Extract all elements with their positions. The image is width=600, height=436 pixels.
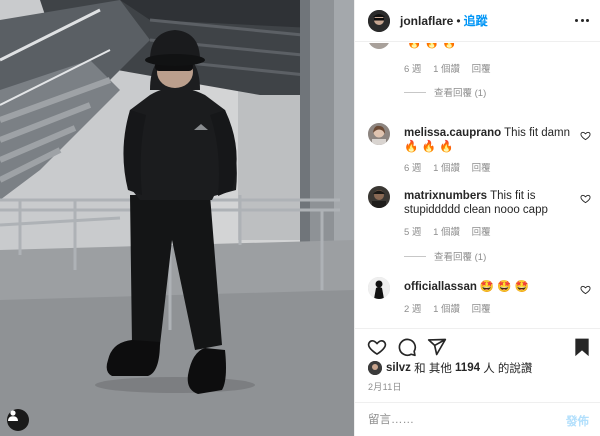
comment-text: 🔥 🔥 🔥 (404, 43, 580, 50)
comment-message: 🤩 🤩 🤩 (479, 281, 530, 293)
comment-icon[interactable] (397, 337, 417, 357)
comment-likes[interactable]: 1 個讚 (433, 227, 460, 238)
likes-count[interactable]: 1194 (455, 362, 480, 374)
commenter-avatar[interactable] (368, 43, 390, 49)
liked-by-username[interactable]: silvz (386, 362, 411, 374)
comment-text: officiallassan 🤩 🤩 🤩 (404, 280, 580, 294)
comments-list[interactable]: 🔥 🔥 🔥 6 週 1 個讚 回覆 查看回覆 (1) melissa.caupr… (355, 43, 600, 328)
post-comment-button[interactable]: 發佈 (566, 413, 589, 429)
comment-composer: 發佈 (355, 402, 600, 436)
view-replies-button[interactable]: 查看回覆 (1) (404, 85, 486, 99)
comment-username[interactable]: matrixnumbers (404, 190, 487, 202)
liker-avatar[interactable] (368, 361, 382, 375)
commenter-avatar-image (368, 277, 390, 299)
commenter-avatar-image (368, 186, 390, 208)
user-tag-icon (8, 410, 18, 421)
post-side-panel: jonlaflare • 追蹤 🔥 🔥 🔥 6 週 1 個讚 回覆 查看回覆 (… (354, 0, 600, 436)
more-horizontal-icon (575, 18, 578, 22)
heart-icon[interactable] (367, 337, 387, 357)
comment-username[interactable]: melissa.cauprano (404, 127, 501, 139)
paper-plane-icon[interactable] (427, 337, 447, 357)
bookmark-icon[interactable] (572, 337, 592, 357)
post-header: jonlaflare • 追蹤 (355, 0, 600, 42)
comment-input[interactable] (368, 411, 548, 429)
user-tag-button[interactable] (7, 409, 29, 431)
comment-like-icon[interactable] (580, 284, 591, 295)
author-avatar[interactable] (368, 9, 390, 32)
reply-button[interactable]: 回覆 (472, 163, 491, 174)
view-replies-label: 查看回覆 (1) (434, 252, 487, 263)
comment-meta: 2 週 1 個讚 回覆 (404, 301, 500, 315)
likes-summary[interactable]: silvz 和 其他 1194 人 的說讚 (368, 360, 532, 376)
photo-scene (0, 0, 354, 436)
likes-connector: 和 其他 (414, 363, 452, 375)
comment-meta: 6 週 1 個讚 回覆 (404, 61, 500, 75)
follow-button[interactable]: 追蹤 (464, 12, 488, 29)
more-dot (586, 18, 589, 22)
more-options-button[interactable] (575, 13, 589, 27)
header-separator: • (456, 13, 461, 28)
comment-text: melissa.cauprano This fit damn 🔥 🔥 🔥 (404, 126, 580, 154)
post-date[interactable]: 2月11日 (368, 380, 402, 393)
view-replies-label: 查看回覆 (1) (434, 88, 487, 99)
likes-suffix: 人 的說讚 (483, 363, 533, 375)
commenter-avatar-image (368, 123, 390, 145)
comment-time[interactable]: 6 週 (404, 163, 421, 174)
comment-username[interactable]: officiallassan (404, 281, 477, 293)
comment-meta: 6 週 1 個讚 回覆 (404, 160, 500, 174)
comment-text: matrixnumbers This fit is stupiddddd clea… (404, 189, 580, 217)
reply-button[interactable]: 回覆 (472, 227, 491, 238)
replies-line (404, 91, 426, 93)
comment-time[interactable]: 6 週 (404, 64, 421, 75)
replies-line (404, 255, 426, 257)
comment-likes[interactable]: 1 個讚 (433, 304, 460, 315)
comment-time[interactable]: 2 週 (404, 304, 421, 315)
reply-button[interactable]: 回覆 (472, 304, 491, 315)
view-replies-button[interactable]: 查看回覆 (1) (404, 249, 486, 263)
comment-time[interactable]: 5 週 (404, 227, 421, 238)
author-avatar-image (368, 9, 390, 32)
comment-likes[interactable]: 1 個讚 (433, 64, 460, 75)
commenter-avatar-image (368, 43, 390, 49)
liker-avatar-image (368, 361, 382, 375)
commenter-avatar[interactable] (368, 277, 390, 299)
comment-like-icon[interactable] (580, 193, 591, 204)
comment-message: 🔥 🔥 🔥 (407, 43, 457, 49)
post-photo[interactable] (0, 0, 354, 436)
comment-likes[interactable]: 1 個讚 (433, 163, 460, 174)
reply-button[interactable]: 回覆 (472, 64, 491, 75)
commenter-avatar[interactable] (368, 186, 390, 208)
commenter-avatar[interactable] (368, 123, 390, 145)
author-username[interactable]: jonlaflare (400, 14, 453, 28)
comment-like-icon[interactable] (580, 130, 591, 141)
post-actions (355, 328, 600, 362)
more-dot (580, 18, 584, 22)
comment-meta: 5 週 1 個讚 回覆 (404, 224, 500, 238)
